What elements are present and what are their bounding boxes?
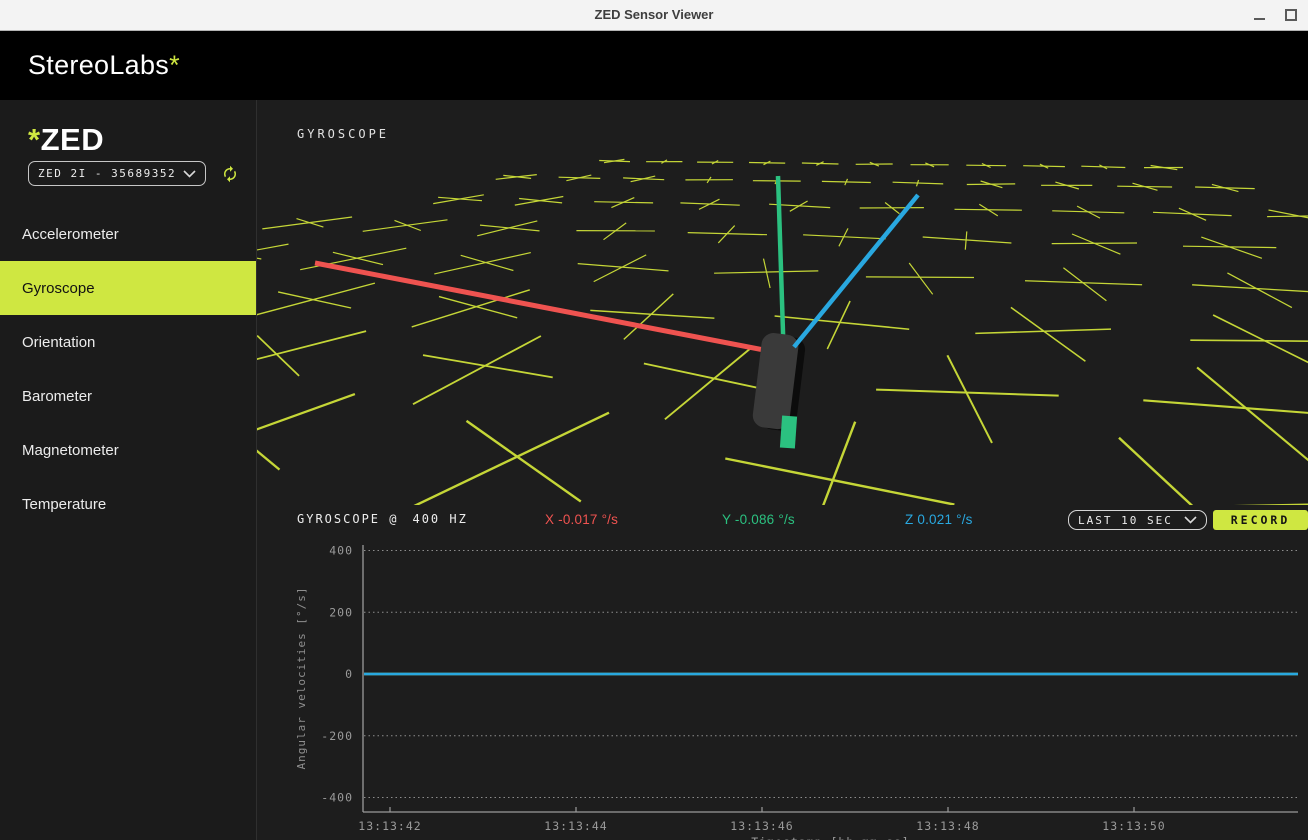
sidebar-item-label: Accelerometer: [22, 226, 119, 243]
readout-x: X -0.017 °/s: [545, 512, 618, 527]
angular-velocity-chart[interactable]: 400 200 0 -200 -400 13:13:42 13:13:44 13:13:46 1…: [257, 528, 1308, 840]
device-dropdown-value: ZED 2I - 35689352: [38, 167, 176, 180]
brand-header: StereoLabs*: [0, 31, 1308, 100]
sidebar-item-gyroscope[interactable]: Gyroscope: [0, 261, 256, 315]
sidebar-item-barometer[interactable]: Barometer: [0, 369, 256, 423]
logo-star: *: [28, 122, 41, 157]
window-title: ZED Sensor Viewer: [0, 7, 1308, 22]
chevron-down-icon: [1184, 516, 1197, 524]
maximize-button[interactable]: [1276, 0, 1306, 30]
stereolabs-logo: StereoLabs*: [28, 50, 180, 81]
sidebar-item-label: Orientation: [22, 334, 95, 351]
main-panel: GYROSCOPE GYROSCOPE @ 400 HZ X -0.017 °/s…: [257, 100, 1308, 840]
sensor-source: GYROSCOPE @: [297, 512, 398, 526]
sidebar-item-label: Barometer: [22, 388, 92, 405]
sidebar: *ZED ZED 2I - 35689352 Accelerometer Gyro…: [0, 100, 257, 840]
sensor-rate-label: GYROSCOPE @ 400 HZ: [297, 512, 468, 526]
time-range-dropdown[interactable]: LAST 10 SEC: [1068, 510, 1207, 530]
refresh-device-button[interactable]: [220, 164, 240, 184]
x-tick-label: 13:13:42: [358, 819, 421, 833]
x-tick-label: 13:13:44: [544, 819, 607, 833]
x-tick-label: 13:13:46: [730, 819, 793, 833]
x-axis-label: Timestamp [hh:mm:ss]: [751, 835, 909, 840]
zed-logo: *ZED: [28, 122, 256, 158]
minimize-icon: [1254, 18, 1265, 20]
gyroscope-3d-canvas: [257, 150, 1308, 505]
y-tick-label: -200: [321, 729, 353, 743]
record-button[interactable]: RECORD: [1213, 510, 1308, 530]
sensor-menu: Accelerometer Gyroscope Orientation Baromet…: [0, 207, 256, 531]
sensor-rate: 400 HZ: [412, 512, 467, 526]
time-range-value: LAST 10 SEC: [1078, 514, 1173, 527]
device-dropdown[interactable]: ZED 2I - 35689352: [28, 161, 206, 186]
readout-y: Y -0.086 °/s: [722, 512, 795, 527]
sidebar-item-label: Gyroscope: [22, 280, 95, 297]
x-tick-label: 13:13:48: [916, 819, 979, 833]
y-tick-label: 200: [329, 605, 353, 619]
sidebar-item-label: Magnetometer: [22, 442, 119, 459]
x-axis-line: [315, 263, 769, 351]
y-tick-label: 400: [329, 544, 353, 558]
chart-canvas: 400 200 0 -200 -400 13:13:42 13:13:44 13:13:46 1…: [257, 528, 1308, 840]
x-tick-label: 13:13:50: [1102, 819, 1165, 833]
os-titlebar: ZED Sensor Viewer: [0, 0, 1308, 31]
sidebar-item-accelerometer[interactable]: Accelerometer: [0, 207, 256, 261]
sidebar-item-orientation[interactable]: Orientation: [0, 315, 256, 369]
logo-text: ZED: [41, 122, 105, 157]
minimize-button[interactable]: [1244, 0, 1274, 30]
brand-star: *: [169, 50, 180, 80]
refresh-loop-icon: [221, 165, 239, 183]
sidebar-item-label: Temperature: [22, 496, 106, 513]
maximize-icon: [1285, 9, 1297, 21]
y-axis-label: Angular velocities [°/s]: [295, 587, 308, 770]
readout-z: Z 0.021 °/s: [905, 512, 973, 527]
chevron-down-icon: [183, 170, 196, 178]
sidebar-item-magnetometer[interactable]: Magnetometer: [0, 423, 256, 477]
y-tick-label: 0: [345, 667, 353, 681]
sidebar-item-temperature[interactable]: Temperature: [0, 477, 256, 531]
y-tick-label: -400: [321, 791, 353, 805]
gyroscope-3d-view[interactable]: [257, 150, 1308, 505]
section-title: GYROSCOPE: [297, 127, 389, 141]
brand-text: StereoLabs: [28, 50, 169, 80]
